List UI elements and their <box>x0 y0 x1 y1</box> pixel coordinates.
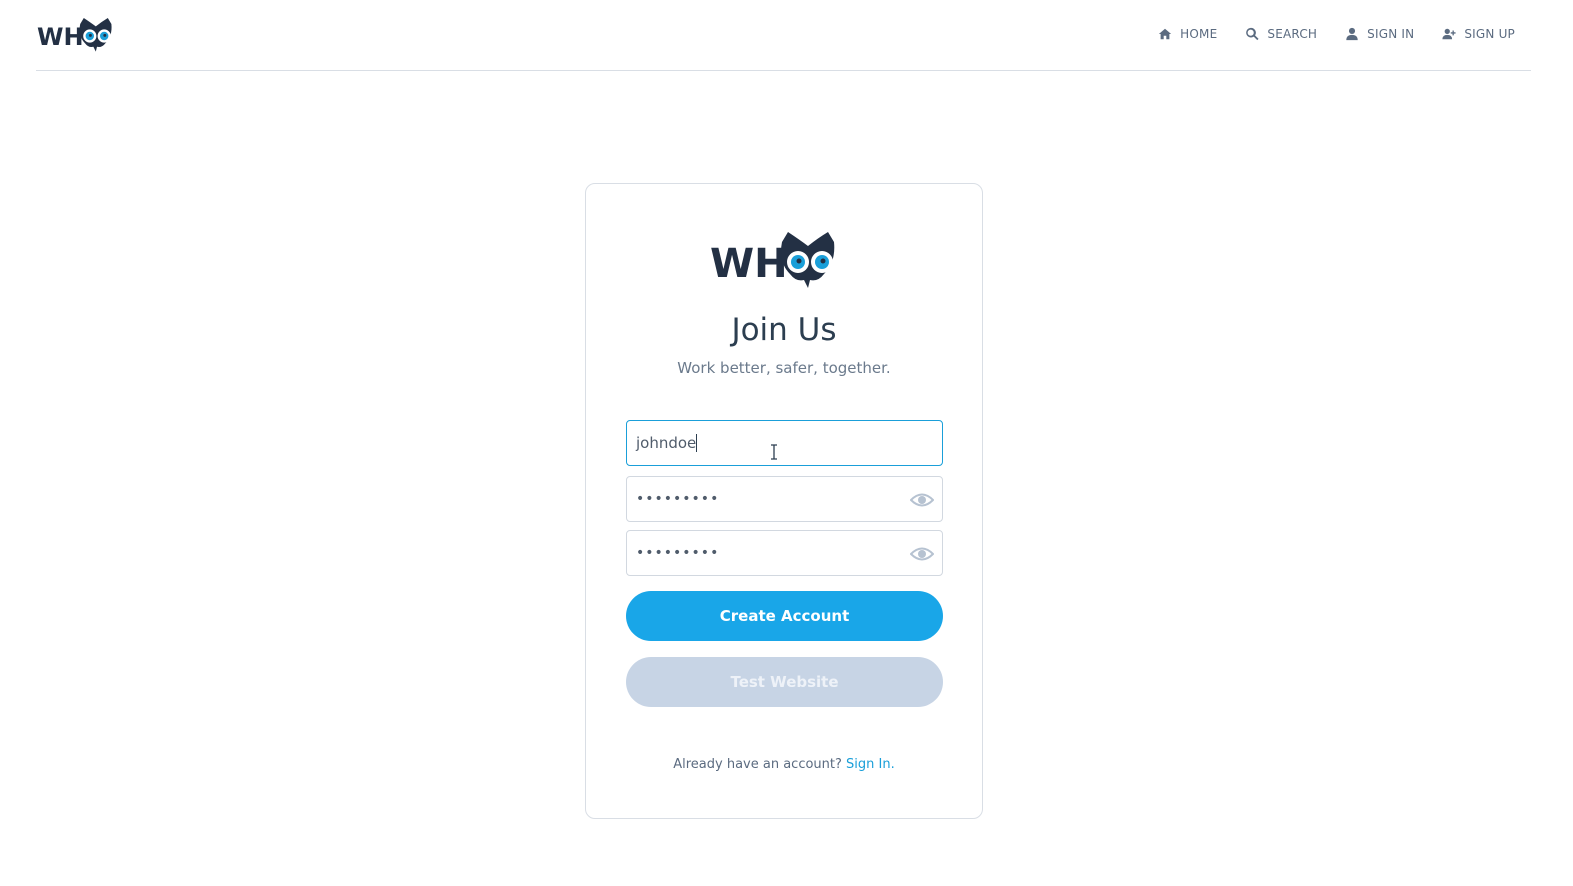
username-value: johndoe <box>636 434 697 452</box>
svg-text:WH: WH <box>710 241 788 287</box>
create-account-button[interactable]: Create Account <box>626 591 943 641</box>
nav-search[interactable]: SEARCH <box>1245 27 1317 41</box>
text-cursor-icon <box>771 444 777 460</box>
home-icon <box>1159 28 1172 40</box>
password-mask: ••••••••• <box>636 491 720 507</box>
nav-sign-in-label: SIGN IN <box>1367 27 1415 41</box>
user-icon <box>1346 27 1358 41</box>
top-navbar: WH HOME SEARCH SIGN IN SIGN UP <box>36 0 1531 71</box>
whoo-logo[interactable]: WH <box>36 12 128 54</box>
whoo-logo-large: WH <box>710 232 835 288</box>
confirm-password-field[interactable]: ••••••••• <box>626 530 943 576</box>
signin-prompt-text: Already have an account? <box>673 757 842 772</box>
signup-card: WH Join Us Work better, safer, together.… <box>585 183 983 819</box>
eye-icon[interactable] <box>910 544 934 564</box>
confirm-password-mask: ••••••••• <box>636 545 720 561</box>
page-title: Join Us <box>731 312 837 348</box>
main-nav: HOME SEARCH SIGN IN SIGN UP <box>1158 0 1515 68</box>
username-field[interactable]: johndoe <box>626 420 943 466</box>
password-field[interactable]: ••••••••• <box>626 476 943 522</box>
sign-in-link[interactable]: Sign In. <box>846 757 895 772</box>
signin-prompt: Already have an account? Sign In. <box>586 757 982 772</box>
text-caret <box>696 434 698 452</box>
nav-sign-up[interactable]: SIGN UP <box>1442 27 1515 41</box>
test-website-button[interactable]: Test Website <box>626 657 943 707</box>
nav-home-label: HOME <box>1180 27 1218 41</box>
nav-home[interactable]: HOME <box>1158 27 1217 41</box>
search-icon <box>1246 27 1259 41</box>
nav-sign-up-label: SIGN UP <box>1464 27 1515 41</box>
page-subtitle: Work better, safer, together. <box>677 359 891 377</box>
nav-sign-in[interactable]: SIGN IN <box>1345 27 1414 41</box>
user-plus-icon <box>1442 28 1456 40</box>
nav-search-label: SEARCH <box>1267 27 1318 41</box>
eye-icon[interactable] <box>910 490 934 510</box>
svg-text:WH: WH <box>37 23 84 51</box>
